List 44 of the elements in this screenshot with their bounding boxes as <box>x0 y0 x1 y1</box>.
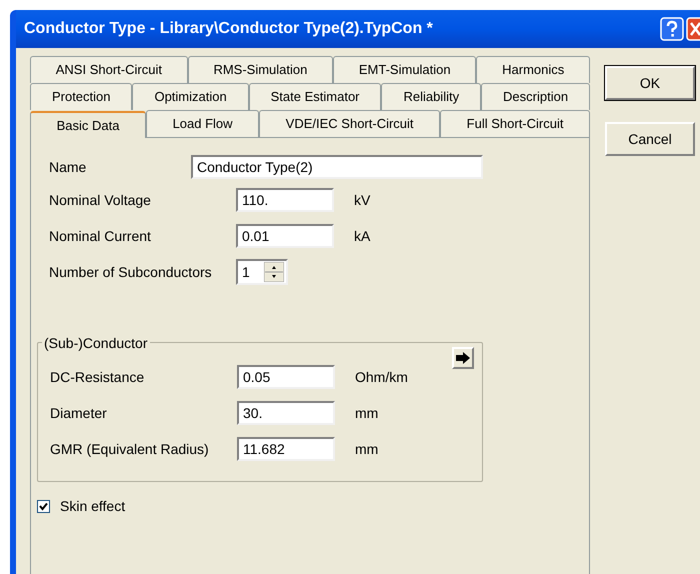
field-label: Number of Subconductors <box>49 262 213 282</box>
close-icon[interactable] <box>686 17 700 41</box>
help-icon[interactable] <box>660 17 684 41</box>
unit-label: kV <box>354 190 370 210</box>
checkbox-label: Skin effect <box>60 497 126 516</box>
unit-label: kA <box>354 226 370 246</box>
tab[interactable]: Full Short-Circuit <box>440 110 590 137</box>
tab[interactable]: Protection <box>30 83 132 110</box>
field-label: Nominal Voltage <box>49 190 152 210</box>
unit-label: Ohm/km <box>355 368 408 386</box>
unit-label: mm <box>355 440 378 458</box>
tab[interactable]: Description <box>481 83 590 110</box>
tab[interactable]: Basic Data <box>30 111 146 138</box>
checkbox[interactable] <box>37 500 50 513</box>
tab[interactable]: ANSI Short-Circuit <box>30 56 188 83</box>
field-label: Name <box>49 158 88 176</box>
input-field[interactable]: 0.05 <box>237 365 335 389</box>
input-field[interactable]: 110. <box>236 188 334 212</box>
dialog-button[interactable]: OK <box>605 66 695 100</box>
spin-arrows-icon[interactable] <box>264 262 284 282</box>
input-field[interactable]: 0.01 <box>236 224 334 248</box>
tab[interactable]: Load Flow <box>146 110 260 137</box>
input-field[interactable]: 30. <box>237 401 335 425</box>
tab[interactable]: VDE/IEC Short-Circuit <box>259 110 440 137</box>
tab[interactable]: State Estimator <box>248 83 382 110</box>
tab[interactable]: Harmonics <box>476 56 590 83</box>
field-label: GMR (Equivalent Radius) <box>50 440 210 459</box>
tab[interactable]: Reliability <box>381 83 482 110</box>
tab[interactable]: EMT-Simulation <box>333 56 476 83</box>
spinner-value: 1 <box>241 262 251 282</box>
window-title: Conductor Type - Library\Conductor Type(2).TypCon * <box>24 19 434 39</box>
field-label: Nominal Current <box>49 226 152 246</box>
spinner-field[interactable]: 1 <box>236 259 288 285</box>
dialog-button[interactable]: Cancel <box>605 122 695 156</box>
tab[interactable]: RMS-Simulation <box>188 56 334 83</box>
right-arrow-icon <box>456 352 470 364</box>
input-field[interactable]: 11.682 <box>237 437 335 461</box>
unit-label: mm <box>355 404 378 422</box>
check-icon <box>39 502 48 511</box>
field-label: Diameter <box>50 404 108 422</box>
tab[interactable]: Optimization <box>132 83 249 110</box>
field-label: DC-Resistance <box>50 368 146 386</box>
arrow-button[interactable] <box>452 347 474 369</box>
input-field[interactable]: Conductor Type(2) <box>191 155 483 179</box>
